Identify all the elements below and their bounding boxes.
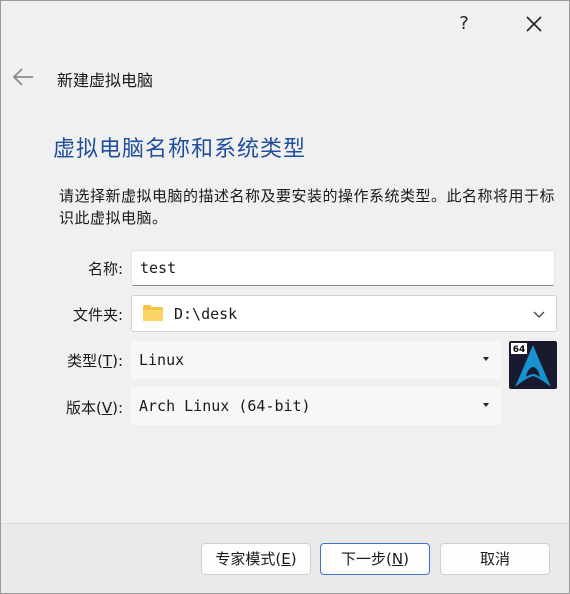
next-key: N (391, 550, 404, 568)
version-select[interactable]: Arch Linux (64-bit) (131, 387, 501, 425)
type-label-key: T (102, 352, 113, 370)
name-label: 名称: (87, 260, 123, 278)
folder-label: 文件夹: (72, 306, 123, 324)
folder-icon (143, 305, 163, 321)
page-heading: 虚拟电脑名称和系统类型 (53, 137, 307, 162)
version-label-key: V (101, 399, 113, 417)
wizard-title: 新建虚拟电脑 (57, 71, 154, 90)
next-end: ) (403, 550, 409, 568)
expert-mode-button[interactable]: 专家模式(E) (201, 543, 311, 575)
new-vm-dialog: ? 新建虚拟电脑 虚拟电脑名称和系统类型 请选择新虚拟电脑的描述名称及要安装的操… (0, 0, 570, 594)
cancel-button[interactable]: 取消 (440, 543, 550, 575)
back-button[interactable] (11, 65, 37, 89)
expert-mode-end: ) (290, 550, 297, 568)
version-label: 版本(V): (41, 397, 123, 418)
type-label: 类型(T): (41, 350, 123, 371)
dropdown-arrow-icon (483, 357, 489, 361)
folder-path-value: D:\desk (174, 305, 238, 323)
close-button[interactable] (519, 9, 549, 39)
next-button[interactable]: 下一步(N) (320, 543, 430, 575)
back-arrow-icon (12, 68, 33, 86)
expert-mode-key: E (281, 550, 291, 568)
type-select[interactable]: Linux (131, 341, 501, 379)
type-label-text: 类型( (67, 352, 103, 370)
expert-mode-text: 专家模式( (215, 550, 282, 568)
version-label-text: 版本( (65, 399, 102, 417)
chevron-down-icon[interactable] (532, 307, 546, 321)
description-text: 请选择新虚拟电脑的描述名称及要安装的操作系统类型。此名称将用于标识此虚拟电脑。 (59, 187, 556, 227)
os-badge-64: 64 (513, 345, 526, 355)
help-icon: ? (459, 13, 469, 34)
name-input-value: test (140, 259, 177, 277)
folder-selector[interactable]: D:\desk (131, 295, 557, 332)
dialog-footer: 专家模式(E) 下一步(N) 取消 (1, 523, 569, 593)
dropdown-arrow-icon (483, 403, 489, 407)
version-label-end: ): (112, 399, 123, 417)
name-input[interactable]: test (131, 250, 555, 286)
type-select-value: Linux (139, 351, 185, 369)
type-label-end: ): (112, 352, 123, 370)
close-icon (526, 16, 542, 32)
wizard-header: 新建虚拟电脑 (1, 57, 569, 97)
next-text: 下一步( (341, 550, 392, 568)
title-bar: ? (1, 1, 569, 47)
arch-linux-icon: 64 (509, 341, 557, 389)
version-select-value: Arch Linux (64-bit) (139, 397, 311, 415)
help-button[interactable]: ? (449, 9, 479, 39)
